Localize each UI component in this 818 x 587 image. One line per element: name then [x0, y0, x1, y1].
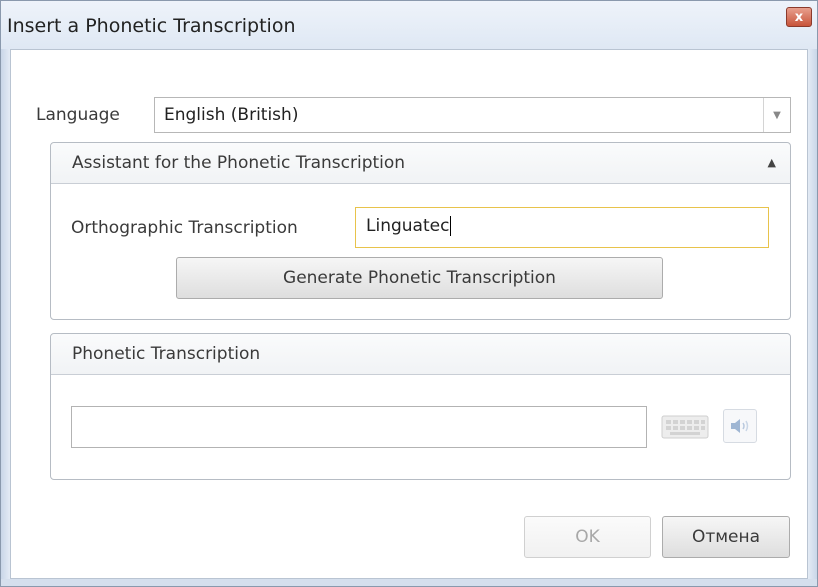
keyboard-icon: [661, 415, 709, 439]
assistant-group-header[interactable]: Assistant for the Phonetic Transcription…: [51, 143, 790, 184]
dialog-title: Insert a Phonetic Transcription: [7, 15, 296, 37]
language-select[interactable]: English (British) ▼: [154, 97, 791, 133]
keyboard-button[interactable]: [657, 410, 713, 444]
phonetic-input[interactable]: [71, 406, 647, 448]
orthographic-label: Orthographic Transcription: [71, 218, 298, 238]
window-frame-left: [1, 49, 10, 586]
text-caret: [450, 216, 452, 236]
dialog-window: Insert a Phonetic Transcription x Langua…: [0, 0, 818, 587]
chevron-up-icon[interactable]: ▲: [768, 156, 776, 169]
ok-button[interactable]: OK: [524, 516, 651, 558]
speaker-button[interactable]: [723, 409, 757, 443]
title-bar[interactable]: Insert a Phonetic Transcription x: [1, 1, 817, 49]
language-label: Language: [36, 105, 120, 125]
orthographic-input[interactable]: Linguatec: [355, 207, 769, 248]
close-button[interactable]: x: [786, 7, 812, 27]
orthographic-input-value: Linguatec: [366, 216, 450, 236]
dropdown-button[interactable]: ▼: [763, 98, 790, 132]
assistant-group-title: Assistant for the Phonetic Transcription: [72, 153, 406, 173]
window-frame-bottom: [1, 579, 817, 586]
language-selected-value: English (British): [164, 105, 299, 125]
phonetic-group-title: Phonetic Transcription: [72, 344, 261, 364]
generate-phonetic-button[interactable]: Generate Phonetic Transcription: [176, 257, 663, 299]
close-icon: x: [794, 9, 804, 25]
cancel-button[interactable]: Отмена: [662, 516, 790, 558]
phonetic-group-header: Phonetic Transcription: [51, 334, 790, 375]
chevron-down-icon: ▼: [773, 109, 781, 121]
speaker-icon: [731, 419, 749, 433]
window-frame-right: [808, 49, 817, 586]
